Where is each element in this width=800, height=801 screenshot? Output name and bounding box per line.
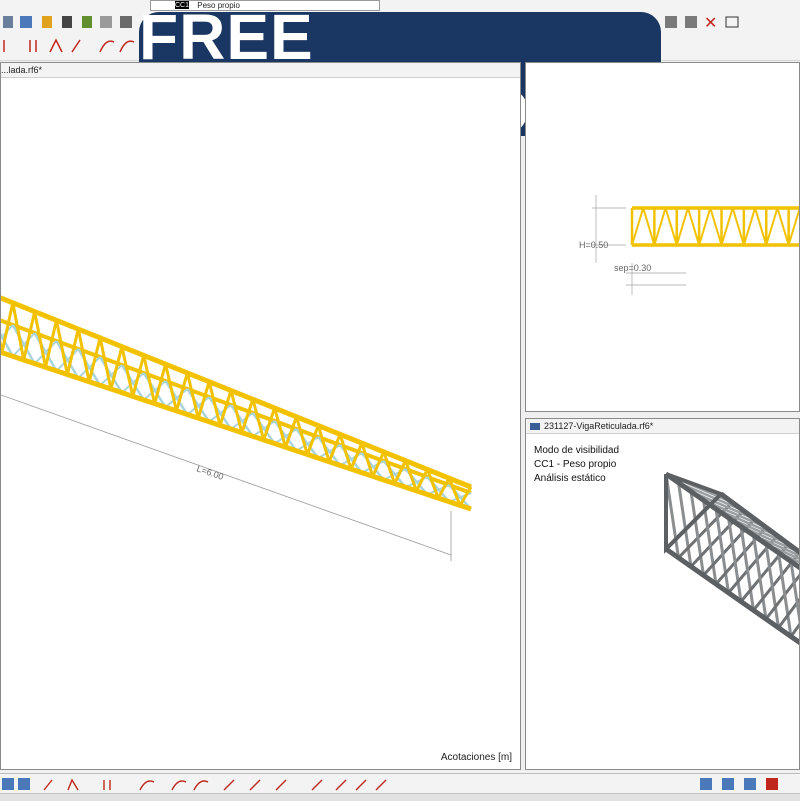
member-icon[interactable] xyxy=(62,16,72,28)
section-icon[interactable] xyxy=(42,16,52,28)
dimension-units-label: Acotaciones [m] xyxy=(441,752,512,763)
draw-diagonal-icon[interactable] xyxy=(224,780,234,790)
draw-vertical-icon[interactable] xyxy=(104,780,110,790)
diagonal-brace xyxy=(253,421,275,436)
front-web-member xyxy=(1,294,2,353)
diagonal-member xyxy=(722,208,733,245)
results-icon[interactable] xyxy=(685,16,697,28)
front-web-member xyxy=(209,382,220,426)
snap-grid-icon[interactable] xyxy=(2,778,14,790)
diagonal-member xyxy=(632,208,643,245)
diagonal-brace xyxy=(275,429,297,444)
diagonal-member xyxy=(677,208,688,245)
delete-icon[interactable]: ✕ xyxy=(704,13,717,32)
save-icon[interactable] xyxy=(20,16,32,28)
draw-load-icon[interactable] xyxy=(356,780,366,790)
status-toggle-icon-2[interactable] xyxy=(722,778,734,790)
load-icon[interactable] xyxy=(100,16,112,28)
status-toggle-icon-1[interactable] xyxy=(700,778,712,790)
bottom-chord xyxy=(1,349,471,509)
truss-render-drawing xyxy=(526,419,800,770)
status-toggle-icon-4[interactable] xyxy=(766,778,778,790)
diagonal-member xyxy=(688,208,699,245)
view-icon[interactable] xyxy=(665,16,677,28)
diagonal-brace xyxy=(318,445,340,458)
bottom-toolbar-icons xyxy=(0,774,800,794)
draw-dimension-icon[interactable] xyxy=(276,780,286,790)
line-icon[interactable] xyxy=(30,40,36,52)
draw-result-icon[interactable] xyxy=(376,780,386,790)
bottom-toolbar xyxy=(0,773,800,794)
undo-icon[interactable] xyxy=(3,16,13,28)
arc-icon[interactable] xyxy=(72,40,80,52)
diagonal-member xyxy=(766,208,777,245)
diagonal-member xyxy=(755,208,766,245)
diagonal-brace xyxy=(340,453,362,465)
truss-perspective-drawing: L=6.00 xyxy=(1,63,521,770)
truss-elevation-drawing: H=0.50 sep=0.30 xyxy=(526,63,800,412)
length-dimension-line xyxy=(1,395,451,555)
diagonal-member xyxy=(643,208,654,245)
diagonal-member xyxy=(789,208,800,245)
snap-object-icon[interactable] xyxy=(18,778,30,790)
status-toggle-icon-3[interactable] xyxy=(744,778,756,790)
mesh-icon[interactable] xyxy=(120,16,132,28)
rendered-view[interactable]: 231127-VigaReticulada.rf6* Modo de visib… xyxy=(525,418,800,770)
draw-line-icon[interactable] xyxy=(44,780,52,790)
diagonal-member xyxy=(666,208,677,245)
draw-cross-icon[interactable] xyxy=(250,780,260,790)
draw-curve-icon[interactable] xyxy=(172,781,186,790)
draw-section-icon[interactable] xyxy=(312,780,322,790)
diagonal-member xyxy=(699,208,710,245)
elevation-view[interactable]: H=0.50 sep=0.30 xyxy=(525,62,800,412)
diagonal-member xyxy=(710,208,721,245)
diagonal-brace xyxy=(296,437,318,451)
diagonal-member xyxy=(654,208,665,245)
curve-icon[interactable] xyxy=(100,41,114,52)
diagonal-member xyxy=(733,208,744,245)
diagonal-member xyxy=(777,208,788,245)
spline-icon[interactable] xyxy=(120,41,134,52)
draw-member-icon[interactable] xyxy=(336,780,346,790)
diagonal-member xyxy=(744,208,755,245)
polyline-icon[interactable] xyxy=(50,40,62,52)
front-top-chord xyxy=(1,294,471,487)
draw-arc-icon[interactable] xyxy=(140,781,154,790)
draw-polyline-icon[interactable] xyxy=(68,780,78,790)
main-3d-view[interactable]: ...lada.rf6* L=6.00 Acotaciones [m] xyxy=(0,62,521,770)
height-dimension-text: H=0.50 xyxy=(579,240,608,250)
length-dimension-text: L=6.00 xyxy=(195,463,225,481)
spacing-dimension-text: sep=0.30 xyxy=(614,263,651,273)
diagonal-brace xyxy=(231,413,253,429)
support-icon[interactable] xyxy=(82,16,92,28)
draw-spline-icon[interactable] xyxy=(194,781,208,790)
camera-icon[interactable] xyxy=(726,17,738,27)
